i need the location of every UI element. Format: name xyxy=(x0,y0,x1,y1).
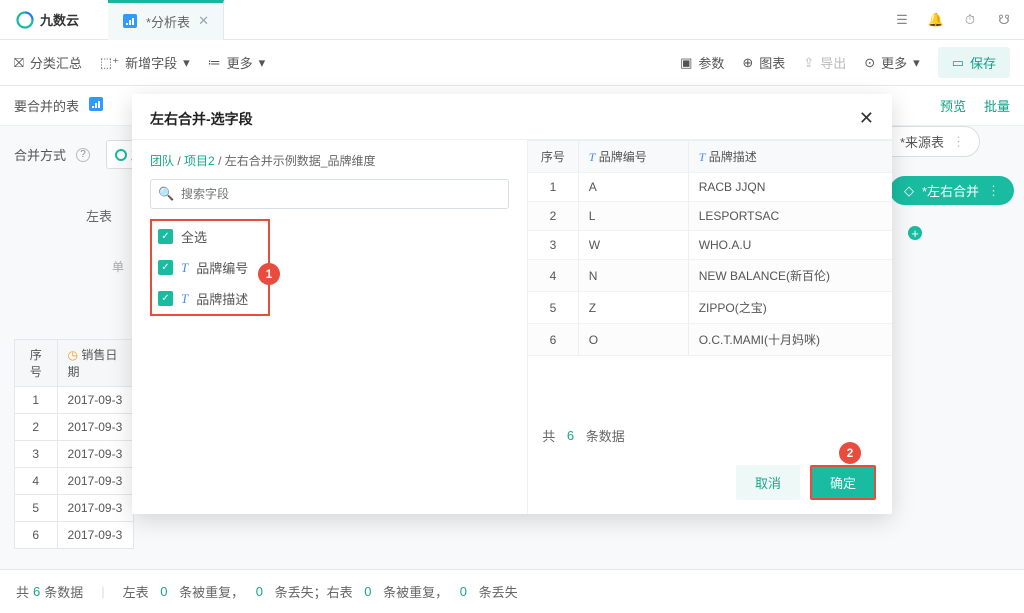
tab-close-icon[interactable]: ✕ xyxy=(198,13,209,29)
chart-button[interactable]: ⊕图表 xyxy=(742,53,785,72)
table-row: 2LLESPORTSAC xyxy=(528,202,892,231)
add-field-button[interactable]: ⬚⁺新增字段▾ xyxy=(100,53,190,72)
more2-icon: ⊙ xyxy=(864,55,875,71)
col-brand-desc: T 品牌描述 xyxy=(688,141,892,173)
annotation-badge-1: 1 xyxy=(258,263,280,285)
export-icon: ⇪ xyxy=(803,55,814,71)
search-icon: 🔍 xyxy=(158,186,174,202)
modal-left-panel: 团队 / 项目2 / 左右合并示例数据_品牌维度 🔍 ✓全选 ✓T品牌编号 ✓T… xyxy=(132,140,527,514)
chevron-down-icon: ▾ xyxy=(183,55,190,71)
classify-button[interactable]: ⛝分类汇总 xyxy=(14,53,82,72)
help-icon[interactable]: ? xyxy=(76,148,90,162)
footer-stats: 共6条数据 | 左表 0 条被重复， 0 条丢失；右表 0 条被重复， 0 条丢… xyxy=(0,569,1024,613)
params-button[interactable]: ▣参数 xyxy=(680,53,724,72)
col-brand-id: T 品牌编号 xyxy=(578,141,688,173)
save-icon: ▭ xyxy=(952,55,964,71)
params-icon: ▣ xyxy=(680,55,692,71)
modal-footer: 取消 确定 xyxy=(528,455,892,514)
timer-icon[interactable]: ⏱ xyxy=(962,12,978,28)
check-brand-id[interactable]: ✓T品牌编号 xyxy=(158,258,262,277)
col-seq: 序号 xyxy=(528,141,578,173)
chevron-down-icon: ▾ xyxy=(913,55,920,71)
field-select-modal: 左右合并-选字段 ✕ 团队 / 项目2 / 左右合并示例数据_品牌维度 🔍 ✓全… xyxy=(132,94,892,514)
bell-icon[interactable]: 🔔 xyxy=(928,12,944,28)
brand-logo: 九数云 xyxy=(0,10,108,29)
user-icon[interactable]: ☋ xyxy=(996,12,1012,28)
crumb-dataset: 左右合并示例数据_品牌维度 xyxy=(225,154,376,168)
modal-title: 左右合并-选字段 xyxy=(150,109,253,129)
table-row: 32017-09-3 xyxy=(15,441,134,468)
table-row: 4NNEW BALANCE(新百伦) xyxy=(528,260,892,292)
tab-title: *分析表 xyxy=(146,12,190,31)
preview-count: 共 6 条数据 xyxy=(528,416,892,455)
table-row: 6OO.C.T.MAMI(十月妈咪) xyxy=(528,324,892,356)
cancel-button[interactable]: 取消 xyxy=(736,465,800,500)
table-row: 12017-09-3 xyxy=(15,387,134,414)
brand-text: 九数云 xyxy=(40,10,79,29)
kebab-icon[interactable]: ⋮ xyxy=(987,183,1000,199)
pill-icon: ◇ xyxy=(904,183,914,199)
left-table-label: 左表 xyxy=(86,206,112,225)
table-row: 3WWHO.A.U xyxy=(528,231,892,260)
export-button[interactable]: ⇪导出 xyxy=(803,53,846,72)
analysis-icon xyxy=(122,13,138,29)
save-button[interactable]: ▭保存 xyxy=(938,47,1010,78)
merge-type-label: 合并方式 xyxy=(14,145,66,164)
bg-date-header: ◷ 销售日期 xyxy=(57,340,133,387)
brand-icon xyxy=(16,11,34,29)
table-icon xyxy=(89,97,103,114)
crumb-team[interactable]: 团队 xyxy=(150,154,174,168)
modal-right-panel: 序号 T 品牌编号 T 品牌描述 1ARACB JJQN2LLESPORTSAC… xyxy=(527,140,892,514)
add-step-button[interactable]: + xyxy=(908,226,922,240)
list-icon[interactable]: ☰ xyxy=(894,12,910,28)
checkbox-icon: ✓ xyxy=(158,229,173,244)
annotation-badge-2: 2 xyxy=(839,442,861,464)
modal-header: 左右合并-选字段 ✕ xyxy=(132,94,892,140)
topbar: 九数云 *分析表 ✕ ☰ 🔔 ⏱ ☋ xyxy=(0,0,1024,40)
check-all[interactable]: ✓全选 xyxy=(158,227,262,246)
table-row: 1ARACB JJQN xyxy=(528,173,892,202)
addfield-icon: ⬚⁺ xyxy=(100,55,119,71)
table-row: 62017-09-3 xyxy=(15,522,134,549)
table-row: 52017-09-3 xyxy=(15,495,134,522)
search-field[interactable]: 🔍 xyxy=(150,179,509,209)
more-button[interactable]: ≔更多▾ xyxy=(208,53,266,72)
classify-icon: ⛝ xyxy=(14,55,24,71)
more-icon: ≔ xyxy=(208,55,221,71)
chevron-down-icon: ▾ xyxy=(259,55,266,71)
merge-table-label: 要合并的表 xyxy=(14,96,79,115)
topbar-actions: ☰ 🔔 ⏱ ☋ xyxy=(894,12,1012,28)
search-input[interactable] xyxy=(150,179,509,209)
toolbar: ⛝分类汇总 ⬚⁺新增字段▾ ≔更多▾ ▣参数 ⊕图表 ⇪导出 ⊙更多▾ ▭保存 xyxy=(0,40,1024,86)
tab-analysis[interactable]: *分析表 ✕ xyxy=(108,0,224,40)
preview-link[interactable]: 预览 xyxy=(940,96,966,115)
text-type-icon: T xyxy=(181,260,188,276)
field-checklist: ✓全选 ✓T品牌编号 ✓T品牌描述 xyxy=(150,219,270,316)
more2-button[interactable]: ⊙更多▾ xyxy=(864,53,919,72)
kebab-icon[interactable]: ⋮ xyxy=(952,134,965,150)
table-row: 22017-09-3 xyxy=(15,414,134,441)
table-row: 42017-09-3 xyxy=(15,468,134,495)
checkbox-icon: ✓ xyxy=(158,260,173,275)
breadcrumb: 团队 / 项目2 / 左右合并示例数据_品牌维度 xyxy=(150,152,509,169)
table-row: 5ZZIPPO(之宝) xyxy=(528,292,892,324)
ok-button[interactable]: 确定 xyxy=(810,465,876,500)
preview-table: 序号 T 品牌编号 T 品牌描述 1ARACB JJQN2LLESPORTSAC… xyxy=(528,140,892,356)
bg-seq-header: 序号 xyxy=(15,340,58,387)
crumb-project[interactable]: 项目2 xyxy=(184,154,215,168)
text-type-icon: T xyxy=(181,291,188,307)
checkbox-icon: ✓ xyxy=(158,291,173,306)
merge-pill[interactable]: ◇ *左右合并 ⋮ xyxy=(890,176,1014,205)
close-icon[interactable]: ✕ xyxy=(859,108,874,129)
check-brand-desc[interactable]: ✓T品牌描述 xyxy=(158,289,262,308)
batch-link[interactable]: 批量 xyxy=(984,96,1010,115)
unit-label: 单 xyxy=(112,258,124,275)
chart-icon: ⊕ xyxy=(742,55,753,71)
bg-data-table: 序号 ◷ 销售日期 12017-09-322017-09-332017-09-3… xyxy=(14,339,134,549)
